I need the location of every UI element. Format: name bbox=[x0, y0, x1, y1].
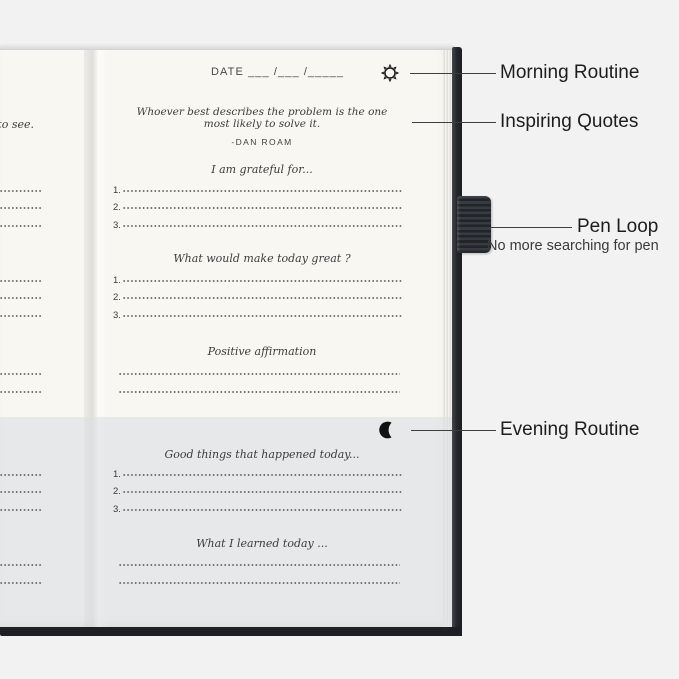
book-cover-edge bbox=[452, 47, 462, 636]
list-number: 2. bbox=[113, 202, 121, 213]
dotted-line bbox=[0, 207, 43, 209]
inspiring-quote: Whoever best describes the problem is th… bbox=[105, 107, 419, 130]
callout-label-morning-routine: Morning Routine bbox=[500, 62, 639, 84]
quote-line-2: most likely to solve it. bbox=[105, 119, 419, 131]
list-number: 1. bbox=[113, 275, 121, 286]
dotted-line bbox=[0, 564, 43, 566]
dotted-line bbox=[123, 225, 403, 227]
list-number: 1. bbox=[113, 469, 121, 480]
callout-line-evening bbox=[411, 430, 496, 431]
dotted-line bbox=[123, 491, 403, 493]
dotted-line bbox=[119, 391, 400, 393]
left-page-text-fragment: g to see. bbox=[0, 118, 34, 131]
list-number: 3. bbox=[113, 310, 121, 321]
dotted-line bbox=[0, 491, 43, 493]
dotted-line bbox=[123, 474, 403, 476]
callout-label-inspiring-quotes: Inspiring Quotes bbox=[500, 111, 638, 133]
moon-icon bbox=[379, 421, 397, 439]
callout-line-inspiring bbox=[412, 122, 496, 123]
section-heading-grateful: I am grateful for... bbox=[105, 163, 419, 176]
list-number: 1. bbox=[113, 185, 121, 196]
list-number: 3. bbox=[113, 220, 121, 231]
dotted-line bbox=[0, 297, 43, 299]
book-cover-bottom bbox=[0, 627, 462, 636]
dotted-line bbox=[0, 315, 43, 317]
pen-loop bbox=[457, 196, 491, 253]
callout-line-morning bbox=[410, 73, 496, 74]
dotted-line bbox=[0, 280, 43, 282]
callout-label-evening-routine: Evening Routine bbox=[500, 419, 639, 441]
callout-subtext-pen-loop: No more searching for pen bbox=[487, 238, 659, 254]
dotted-line bbox=[0, 509, 43, 511]
dotted-line bbox=[119, 564, 400, 566]
dotted-line bbox=[0, 373, 43, 375]
quote-line-1: Whoever best describes the problem is th… bbox=[105, 107, 419, 119]
dotted-line bbox=[0, 190, 43, 192]
sun-icon bbox=[380, 63, 400, 83]
dotted-line bbox=[123, 297, 403, 299]
dotted-line bbox=[123, 190, 403, 192]
dotted-line bbox=[0, 474, 43, 476]
dotted-line bbox=[0, 391, 43, 393]
product-image: g to see. DATE ___ /___ /_____ Whoever b… bbox=[0, 0, 679, 679]
dotted-line bbox=[119, 373, 400, 375]
dotted-line bbox=[0, 225, 43, 227]
dotted-line bbox=[123, 280, 403, 282]
dotted-line bbox=[123, 315, 403, 317]
quote-attribution: -DAN ROAM bbox=[105, 137, 419, 147]
section-heading-affirmation: Positive affirmation bbox=[105, 345, 419, 358]
section-heading-good-things: Good things that happened today... bbox=[105, 448, 419, 461]
callout-line-pen-loop bbox=[489, 227, 572, 228]
section-heading-learned: What I learned today ... bbox=[105, 537, 419, 550]
list-number: 2. bbox=[113, 486, 121, 497]
dotted-line bbox=[123, 509, 403, 511]
dotted-line bbox=[119, 582, 400, 584]
date-field: DATE ___ /___ /_____ bbox=[211, 66, 344, 78]
list-number: 3. bbox=[113, 504, 121, 515]
dotted-line bbox=[0, 582, 43, 584]
list-number: 2. bbox=[113, 292, 121, 303]
section-heading-today-great: What would make today great ? bbox=[105, 252, 419, 265]
callout-label-pen-loop: Pen Loop bbox=[577, 216, 658, 238]
dotted-line bbox=[123, 207, 403, 209]
